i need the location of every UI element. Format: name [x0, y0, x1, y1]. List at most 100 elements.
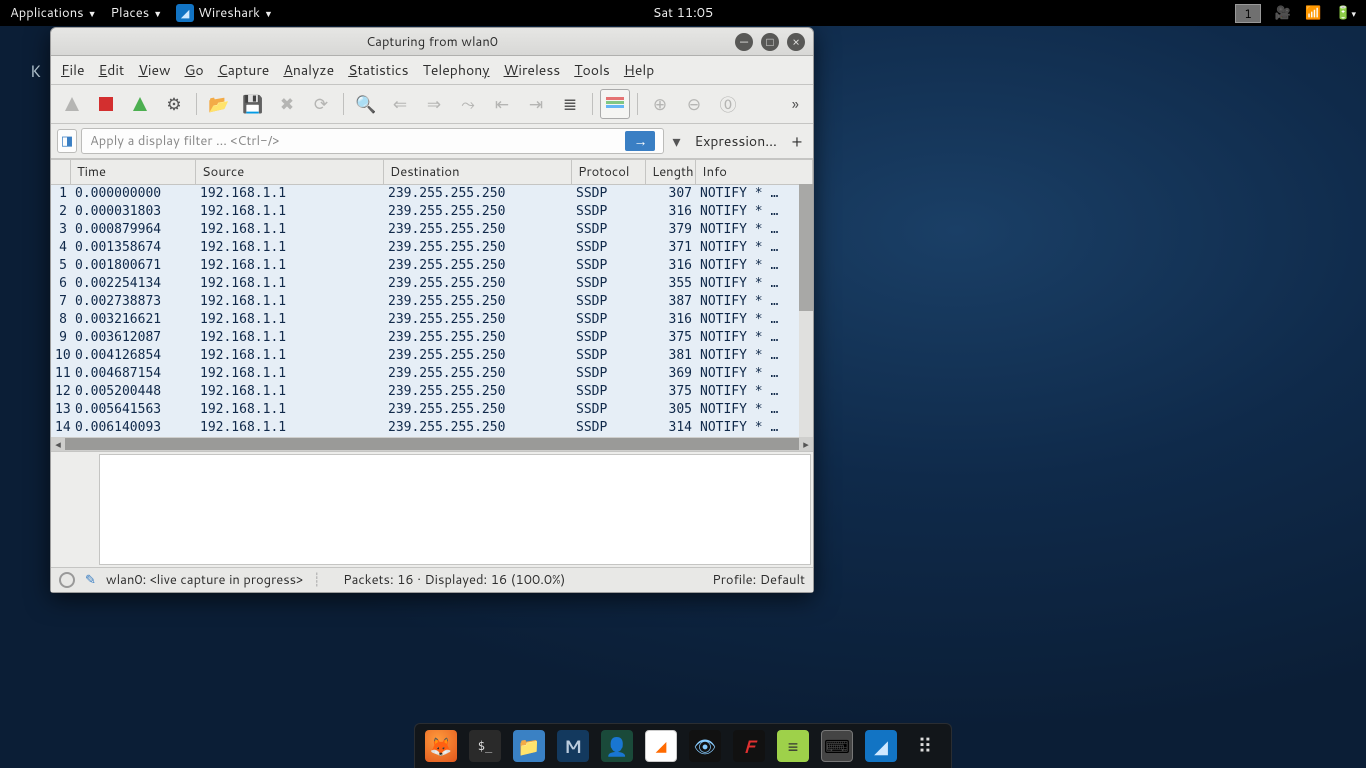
colorize-button[interactable] [600, 89, 630, 119]
video-icon[interactable]: 🎥 [1275, 4, 1291, 22]
find-packet-button[interactable]: 🔍 [351, 89, 381, 119]
chevron-down-icon: ▼ [88, 7, 97, 20]
menu-statistics[interactable]: Statistics [348, 60, 408, 80]
stop-capture-button[interactable] [91, 89, 121, 119]
packet-row[interactable]: 20.000031803192.168.1.1239.255.255.250SS… [51, 203, 813, 221]
col-header-source[interactable]: Source [196, 160, 384, 184]
window-titlebar[interactable]: Capturing from wlan0 — □ × [51, 28, 813, 56]
edit-capture-icon[interactable]: ✎ [85, 571, 96, 589]
dock-faraday-icon[interactable]: F [733, 730, 765, 762]
status-capture-text: wlan0: <live capture in progress> [106, 571, 303, 589]
packet-row[interactable]: 90.003612087192.168.1.1239.255.255.250SS… [51, 329, 813, 347]
panel-places-menu[interactable]: Places▼ [111, 4, 163, 22]
battery-icon[interactable]: 🔋▾ [1335, 4, 1356, 22]
panel-clock[interactable]: Sat 11:05 [653, 4, 714, 22]
packet-tree-stub[interactable] [51, 452, 99, 567]
packet-row[interactable]: 100.004126854192.168.1.1239.255.255.250S… [51, 347, 813, 365]
expert-info-icon[interactable] [59, 572, 75, 588]
scroll-left-icon[interactable]: ◂ [51, 436, 65, 452]
apply-filter-button[interactable]: → [625, 131, 655, 151]
panel-current-app[interactable]: ◢Wireshark▼ [176, 4, 273, 22]
filter-bookmark-button[interactable]: ◨ [57, 129, 77, 153]
go-back-button[interactable]: ⇐ [385, 89, 415, 119]
packet-list-header[interactable]: Time Source Destination Protocol Length … [51, 160, 813, 185]
start-capture-button[interactable] [57, 89, 87, 119]
reload-button[interactable]: ⟳ [306, 89, 336, 119]
add-filter-button[interactable]: + [787, 130, 807, 153]
dock-metasploit-icon[interactable]: M [557, 730, 589, 762]
status-sep: ┊ [313, 571, 321, 589]
status-profile-text[interactable]: Profile: Default [712, 571, 805, 589]
go-forward-button[interactable]: ⇒ [419, 89, 449, 119]
zoom-in-button[interactable]: ⊕ [645, 89, 675, 119]
dock-armitage-icon[interactable]: 👤 [601, 730, 633, 762]
menu-analyze[interactable]: Analyze [283, 60, 334, 80]
go-to-packet-button[interactable]: ⤳ [453, 89, 483, 119]
open-file-button[interactable]: 📂 [204, 89, 234, 119]
menu-wireless[interactable]: Wireless [504, 60, 561, 80]
col-header-no[interactable] [51, 160, 71, 184]
packet-row[interactable]: 110.004687154192.168.1.1239.255.255.250S… [51, 365, 813, 383]
packet-row[interactable]: 120.005200448192.168.1.1239.255.255.250S… [51, 383, 813, 401]
workspace-indicator[interactable]: 1 [1235, 4, 1261, 23]
col-header-length[interactable]: Length [646, 160, 696, 184]
dock-files-icon[interactable]: 📁 [513, 730, 545, 762]
dock-firefox-icon[interactable]: 🦊 [425, 730, 457, 762]
kali-desktop-stub: K [30, 60, 41, 83]
menu-telephony[interactable]: Telephony [423, 60, 490, 80]
dock-wireshark-icon[interactable]: ◢ [865, 730, 897, 762]
packet-row[interactable]: 60.002254134192.168.1.1239.255.255.250SS… [51, 275, 813, 293]
panel-places-label: Places [111, 4, 150, 22]
display-filter-input[interactable]: Apply a display filter ... <Ctrl-/> → [81, 128, 664, 154]
col-header-time[interactable]: Time [71, 160, 196, 184]
packet-bytes-stub[interactable] [99, 454, 811, 565]
go-first-button[interactable]: ⇤ [487, 89, 517, 119]
capture-options-button[interactable]: ⚙ [159, 89, 189, 119]
packet-list-body[interactable]: 10.000000000192.168.1.1239.255.255.250SS… [51, 185, 813, 437]
packet-row[interactable]: 130.005641563192.168.1.1239.255.255.250S… [51, 401, 813, 419]
dock-keyboard-icon[interactable]: ⌨ [821, 730, 853, 762]
packet-row[interactable]: 80.003216621192.168.1.1239.255.255.250SS… [51, 311, 813, 329]
restart-capture-button[interactable] [125, 89, 155, 119]
window-maximize-button[interactable]: □ [761, 33, 779, 51]
packet-row[interactable]: 140.006140093192.168.1.1239.255.255.250S… [51, 419, 813, 437]
close-file-button[interactable]: ✖ [272, 89, 302, 119]
packet-row[interactable]: 50.001800671192.168.1.1239.255.255.250SS… [51, 257, 813, 275]
packet-hscrollbar[interactable]: ◂ ▸ [51, 437, 813, 451]
dock-terminal-icon[interactable]: $_ [469, 730, 501, 762]
packet-vscrollbar[interactable] [799, 184, 813, 437]
toolbar-overflow-button[interactable]: » [784, 93, 807, 116]
col-header-destination[interactable]: Destination [384, 160, 572, 184]
col-header-protocol[interactable]: Protocol [572, 160, 646, 184]
packet-row[interactable]: 40.001358674192.168.1.1239.255.255.250SS… [51, 239, 813, 257]
scroll-right-icon[interactable]: ▸ [799, 436, 813, 452]
dock-show-apps-icon[interactable]: ⠿ [909, 730, 941, 762]
panel-applications-menu[interactable]: Applications▼ [10, 4, 97, 22]
menu-go[interactable]: Go [185, 60, 204, 80]
zoom-reset-button[interactable]: ⓪ [713, 89, 743, 119]
packet-row[interactable]: 10.000000000192.168.1.1239.255.255.250SS… [51, 185, 813, 203]
filter-history-dropdown[interactable]: ▾ [668, 130, 684, 153]
window-close-button[interactable]: × [787, 33, 805, 51]
wifi-icon[interactable]: 📶 [1305, 4, 1321, 22]
menu-help[interactable]: Help [624, 60, 654, 80]
window-minimize-button[interactable]: — [735, 33, 753, 51]
menu-capture[interactable]: Capture [218, 60, 270, 80]
menu-file[interactable]: File [61, 60, 85, 80]
chevron-down-icon: ▼ [153, 7, 162, 20]
menu-tools[interactable]: Tools [574, 60, 610, 80]
auto-scroll-button[interactable]: ≣ [555, 89, 585, 119]
go-last-button[interactable]: ⇥ [521, 89, 551, 119]
dock-burpsuite-icon[interactable]: ◢ [645, 730, 677, 762]
display-filter-placeholder: Apply a display filter ... <Ctrl-/> [90, 132, 279, 150]
menu-view[interactable]: View [138, 60, 170, 80]
dock-zenmap-icon[interactable]: 👁 [689, 730, 721, 762]
zoom-out-button[interactable]: ⊖ [679, 89, 709, 119]
menu-edit[interactable]: Edit [99, 60, 125, 80]
packet-row[interactable]: 70.002738873192.168.1.1239.255.255.250SS… [51, 293, 813, 311]
save-file-button[interactable]: 💾 [238, 89, 268, 119]
packet-row[interactable]: 30.000879964192.168.1.1239.255.255.250SS… [51, 221, 813, 239]
dock-cherrytree-icon[interactable]: ≡ [777, 730, 809, 762]
col-header-info[interactable]: Info [696, 160, 813, 184]
expression-button[interactable]: Expression… [688, 131, 783, 151]
